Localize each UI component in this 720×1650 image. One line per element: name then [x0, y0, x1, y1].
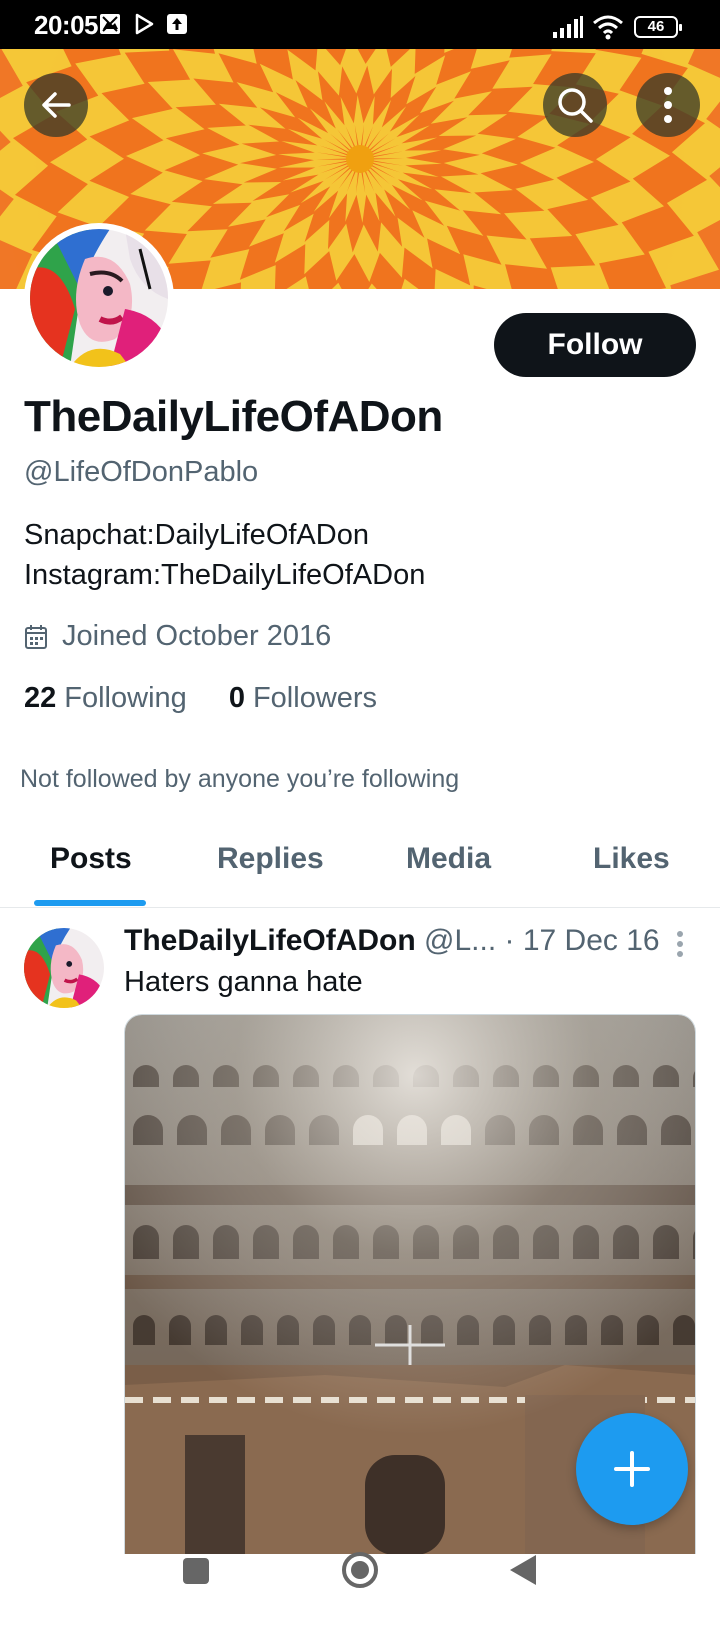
- post-author-handle[interactable]: @L...: [424, 924, 496, 957]
- signal-icon: [553, 16, 583, 38]
- post-text: Haters ganna hate: [124, 966, 363, 998]
- joined-date: Joined October 2016: [24, 620, 331, 653]
- calendar-icon: [25, 624, 47, 649]
- circle-home-icon[interactable]: [340, 1550, 380, 1590]
- not-followed-text: Not followed by anyone you’re following: [20, 765, 460, 793]
- compose-post-button[interactable]: [576, 1413, 688, 1525]
- following-count: 22: [24, 682, 57, 714]
- display-name: TheDailyLifeOfADon: [24, 392, 443, 441]
- tab-media[interactable]: Media: [406, 842, 491, 876]
- followers-count: 0: [228, 682, 245, 714]
- active-tab-indicator: [34, 900, 146, 906]
- gallery-notification-icon: [100, 14, 120, 34]
- status-bar: 20:05 46: [0, 0, 720, 49]
- upload-icon: [167, 14, 187, 34]
- joined-label: Joined October 2016: [62, 620, 332, 652]
- profile-handle: @LifeOfDonPablo: [24, 456, 259, 488]
- followers-link[interactable]: 0 Followers: [229, 682, 377, 714]
- post-date: · 17 Dec 16: [504, 924, 660, 957]
- more-vertical-icon: [664, 87, 672, 123]
- avatar-image: [30, 229, 168, 367]
- follow-button[interactable]: Follow: [494, 313, 696, 377]
- battery-icon: 46: [634, 16, 682, 38]
- back-button[interactable]: [24, 73, 88, 137]
- profile-bio: Snapchat:DailyLifeOfADon Instagram:TheDa…: [24, 515, 425, 595]
- tab-likes[interactable]: Likes: [593, 842, 670, 876]
- status-time: 20:05: [34, 10, 99, 40]
- profile-avatar[interactable]: [24, 223, 174, 373]
- profile-tabs: Posts Replies Media Likes: [0, 830, 720, 908]
- post-author-name[interactable]: TheDailyLifeOfADon: [124, 924, 416, 957]
- post-more-icon[interactable]: [670, 930, 690, 960]
- more-button[interactable]: [636, 73, 700, 137]
- bio-line-snapchat: Snapchat:DailyLifeOfADon: [24, 519, 369, 551]
- bio-line-instagram: Instagram:TheDailyLifeOfADon: [24, 559, 426, 591]
- tab-replies[interactable]: Replies: [217, 842, 324, 876]
- search-icon: [558, 88, 593, 123]
- following-label: Following: [64, 682, 187, 714]
- play-store-icon: [135, 13, 154, 35]
- square-recents-icon[interactable]: [181, 1556, 211, 1586]
- post-avatar-image: [24, 928, 104, 1008]
- system-nav-bar: [0, 1552, 720, 1650]
- search-button[interactable]: [543, 73, 607, 137]
- plus-icon: [614, 1451, 650, 1487]
- triangle-back-icon[interactable]: [508, 1553, 538, 1587]
- post-header: TheDailyLifeOfADon @L... · 17 Dec 16: [124, 924, 660, 958]
- followers-label: Followers: [252, 682, 378, 714]
- post-avatar[interactable]: [24, 928, 104, 1008]
- follow-counts: 22 Following 0 Followers: [24, 682, 411, 715]
- tab-posts[interactable]: Posts: [50, 842, 132, 876]
- following-link[interactable]: 22 Following: [24, 682, 187, 714]
- wifi-icon: [593, 15, 623, 40]
- arrow-left-icon: [42, 92, 71, 118]
